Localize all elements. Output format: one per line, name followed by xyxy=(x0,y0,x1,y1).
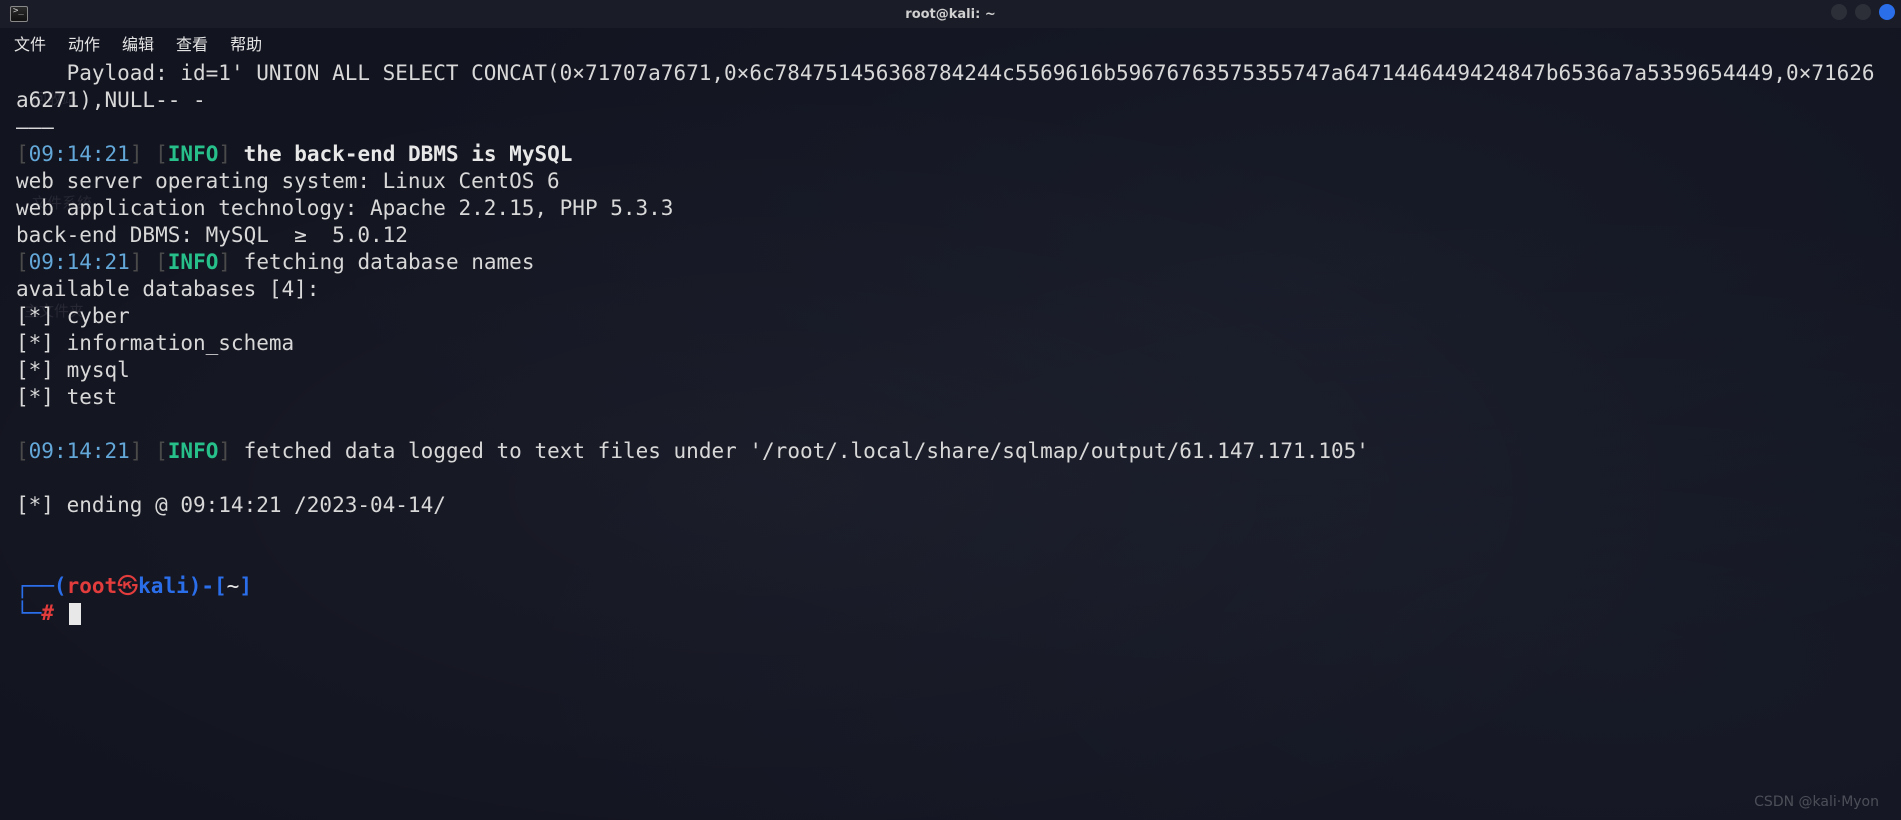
prompt-user: root xyxy=(67,574,118,598)
bracket: ] xyxy=(218,250,231,274)
menu-view[interactable]: 查看 xyxy=(176,31,208,55)
tech-line: web application technology: Apache 2.2.1… xyxy=(16,196,673,220)
db-item: [*] test xyxy=(16,385,117,409)
logged-line: fetched data logged to text files under … xyxy=(244,439,1369,463)
timestamp-3: 09:14:21 xyxy=(29,439,130,463)
close-button[interactable] xyxy=(1879,4,1895,20)
prompt-box-top: ┌──( xyxy=(16,574,67,598)
window-controls xyxy=(1831,4,1895,20)
menu-action[interactable]: 动作 xyxy=(68,31,100,55)
prompt-at-icon: ㉿ xyxy=(117,574,138,598)
bracket: [ xyxy=(16,439,29,463)
maximize-button[interactable] xyxy=(1855,4,1871,20)
bracket: ] xyxy=(130,142,143,166)
ending-line: [*] ending @ 09:14:21 /2023-04-14/ xyxy=(16,493,446,517)
prompt-path: ~ xyxy=(227,574,240,598)
prompt-host: kali xyxy=(138,574,189,598)
fetching-line: fetching database names xyxy=(244,250,535,274)
terminal-output[interactable]: Payload: id=1' UNION ALL SELECT CONCAT(0… xyxy=(16,60,1885,816)
backend-line: back-end DBMS: MySQL ≥ 5.0.12 xyxy=(16,223,408,247)
payload-label: Payload: xyxy=(16,61,180,85)
prompt-box-close: ] xyxy=(239,574,252,598)
menu-help[interactable]: 帮助 xyxy=(230,31,262,55)
info-tag: INFO xyxy=(168,250,219,274)
menu-file[interactable]: 文件 xyxy=(14,31,46,55)
os-line: web server operating system: Linux CentO… xyxy=(16,169,560,193)
db-item: [*] information_schema xyxy=(16,331,294,355)
minimize-button[interactable] xyxy=(1831,4,1847,20)
timestamp-1: 09:14:21 xyxy=(29,142,130,166)
db-item: [*] cyber xyxy=(16,304,130,328)
db-item: [*] mysql xyxy=(16,358,130,382)
bracket: [ xyxy=(16,250,29,274)
bracket: [ xyxy=(155,142,168,166)
info-tag: INFO xyxy=(168,142,219,166)
prompt-box-bottom: └─ xyxy=(16,601,41,625)
bracket: [ xyxy=(155,250,168,274)
terminal-icon xyxy=(10,6,28,22)
terminal-cursor[interactable] xyxy=(69,603,81,625)
bracket: [ xyxy=(16,142,29,166)
bracket: ] xyxy=(218,142,231,166)
prompt-hash: # xyxy=(41,601,54,625)
info-tag: INFO xyxy=(168,439,219,463)
bracket: [ xyxy=(155,439,168,463)
menubar: 文件 动作 编辑 查看 帮助 xyxy=(0,28,1901,58)
available-line: available databases [4]: xyxy=(16,277,319,301)
menu-edit[interactable]: 编辑 xyxy=(122,31,154,55)
prompt-box-paren: )-[ xyxy=(189,574,227,598)
titlebar[interactable]: root@kali: ~ xyxy=(0,0,1901,28)
bracket: ] xyxy=(130,250,143,274)
bracket: ] xyxy=(218,439,231,463)
bracket: ] xyxy=(130,439,143,463)
dbms-line: the back-end DBMS is MySQL xyxy=(244,142,573,166)
window-title: root@kali: ~ xyxy=(905,7,995,22)
separator: ——— xyxy=(16,115,54,139)
timestamp-2: 09:14:21 xyxy=(29,250,130,274)
payload-text: id=1' UNION ALL SELECT CONCAT(0×71707a76… xyxy=(16,61,1875,112)
